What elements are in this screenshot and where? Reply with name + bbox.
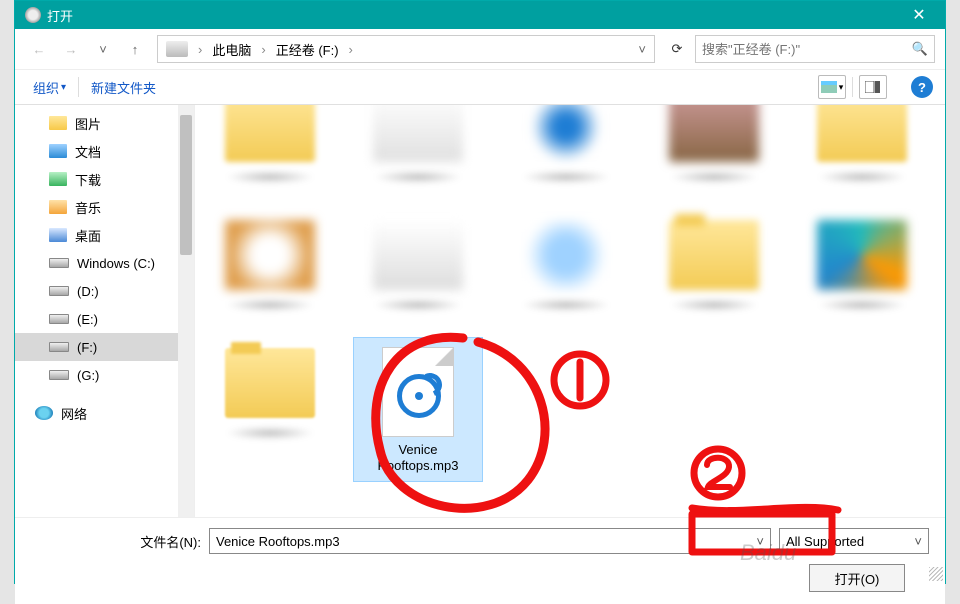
close-button[interactable]: ✕: [897, 1, 941, 29]
file-item[interactable]: [797, 209, 927, 319]
chevron-down-icon: ▾: [61, 82, 66, 93]
folder-icon: [49, 116, 67, 130]
drive-icon: [166, 41, 188, 57]
organize-menu[interactable]: 组织 ▾: [27, 74, 72, 101]
new-folder-button[interactable]: 新建文件夹: [85, 74, 162, 101]
network-icon: [35, 406, 53, 420]
chevron-right-icon: ›: [257, 42, 269, 57]
file-item[interactable]: [649, 209, 779, 319]
search-input[interactable]: [702, 42, 912, 57]
filename-combobox[interactable]: ˅: [209, 528, 771, 554]
sidebar-item[interactable]: 图片: [15, 109, 194, 137]
folder-icon: [49, 228, 67, 242]
sidebar-item[interactable]: (E:): [15, 305, 194, 333]
sidebar-item-label: 图片: [75, 114, 101, 133]
open-file-dialog: 打开 ✕ ← → ˅ ↑ › 此电脑 › 正经卷 (F:) › ˅ ⟳ 🔍 组织…: [14, 0, 946, 584]
folder-icon: [49, 200, 67, 214]
sidebar-item-label: (F:): [77, 340, 97, 355]
file-item[interactable]: [205, 337, 335, 482]
file-item[interactable]: [501, 209, 631, 319]
filetype-value: All Supported: [786, 534, 864, 549]
folder-icon: [49, 172, 67, 186]
breadcrumb-seg-pc[interactable]: 此电脑: [208, 40, 255, 59]
separator: [78, 77, 79, 97]
folder-icon: [49, 144, 67, 158]
organize-label: 组织: [33, 78, 59, 97]
sidebar-item-label: 音乐: [75, 198, 101, 217]
sidebar-item[interactable]: 下载: [15, 165, 194, 193]
help-button[interactable]: ?: [911, 76, 933, 98]
sidebar-item[interactable]: (D:): [15, 277, 194, 305]
recent-dropdown[interactable]: ˅: [89, 35, 117, 63]
music-file-icon: [382, 347, 454, 437]
file-item-selected[interactable]: Venice Rooftops.mp3: [353, 337, 483, 482]
sidebar-item-label: 文档: [75, 142, 101, 161]
scrollbar-thumb[interactable]: [180, 115, 192, 255]
sidebar-item[interactable]: 桌面: [15, 221, 194, 249]
open-button[interactable]: 打开(O): [809, 564, 905, 592]
sidebar-item[interactable]: 文档: [15, 137, 194, 165]
filename-label: 文件名(N):: [31, 532, 201, 551]
app-icon: [25, 7, 41, 23]
sidebar-item-label: (G:): [77, 368, 99, 383]
sidebar-item-label: 网络: [61, 404, 87, 423]
toolbar: 组织 ▾ 新建文件夹 ▾ ?: [15, 69, 945, 105]
preview-pane-button[interactable]: [859, 75, 887, 99]
up-button[interactable]: ↑: [121, 35, 149, 63]
chevron-right-icon: ›: [345, 42, 357, 57]
back-button[interactable]: ←: [25, 35, 53, 63]
sidebar-item-label: (D:): [77, 284, 99, 299]
breadcrumb[interactable]: › 此电脑 › 正经卷 (F:) › ˅: [157, 35, 655, 63]
drive-icon: [49, 342, 69, 352]
search-box[interactable]: 🔍: [695, 35, 935, 63]
chevron-down-icon: ˅: [914, 534, 922, 549]
sidebar-item[interactable]: 网络: [15, 399, 194, 427]
drive-icon: [49, 370, 69, 380]
file-item[interactable]: [205, 105, 335, 191]
drive-icon: [49, 258, 69, 268]
filetype-select[interactable]: All Supported ˅: [779, 528, 929, 554]
file-item[interactable]: [353, 209, 483, 319]
separator: [852, 77, 853, 97]
sidebar-item[interactable]: Windows (C:): [15, 249, 194, 277]
file-grid[interactable]: Venice Rooftops.mp3: [195, 105, 945, 517]
sidebar-scrollbar[interactable]: [178, 105, 194, 517]
sidebar-item[interactable]: 音乐: [15, 193, 194, 221]
view-mode-button[interactable]: ▾: [818, 75, 846, 99]
file-item[interactable]: [649, 105, 779, 191]
drive-icon: [49, 286, 69, 296]
dialog-body: 图片文档下载音乐桌面 Windows (C:) (D:) (E:) (F:) (G:) 网络: [15, 105, 945, 517]
nav-row: ← → ˅ ↑ › 此电脑 › 正经卷 (F:) › ˅ ⟳ 🔍: [15, 29, 945, 69]
breadcrumb-chevron-down-icon[interactable]: ˅: [638, 42, 646, 57]
titlebar: 打开 ✕: [15, 1, 945, 29]
sidebar-item[interactable]: (G:): [15, 361, 194, 389]
music-icon: [397, 374, 441, 418]
sidebar-item-label: 下载: [75, 170, 101, 189]
chevron-down-icon[interactable]: ˅: [756, 534, 764, 549]
file-item[interactable]: [353, 105, 483, 191]
file-item[interactable]: [501, 105, 631, 191]
sidebar-item-label: Windows (C:): [77, 256, 155, 271]
search-icon: 🔍: [912, 41, 928, 57]
sidebar-item[interactable]: (F:): [15, 333, 194, 361]
file-caption: Venice Rooftops.mp3: [358, 442, 478, 475]
resize-grip[interactable]: [929, 567, 943, 581]
refresh-button[interactable]: ⟳: [663, 35, 691, 63]
file-item[interactable]: [797, 105, 927, 191]
filename-input[interactable]: [216, 534, 756, 549]
sidebar: 图片文档下载音乐桌面 Windows (C:) (D:) (E:) (F:) (G:) 网络: [15, 105, 195, 517]
sidebar-item-label: (E:): [77, 312, 98, 327]
dialog-bottom: 文件名(N): ˅ All Supported ˅ 打开(O): [15, 517, 945, 604]
new-folder-label: 新建文件夹: [91, 78, 156, 97]
forward-button[interactable]: →: [57, 35, 85, 63]
breadcrumb-seg-drive[interactable]: 正经卷 (F:): [272, 40, 343, 59]
sidebar-item-label: 桌面: [75, 226, 101, 245]
window-title: 打开: [47, 6, 897, 25]
file-item[interactable]: [205, 209, 335, 319]
drive-icon: [49, 314, 69, 324]
chevron-right-icon: ›: [194, 42, 206, 57]
